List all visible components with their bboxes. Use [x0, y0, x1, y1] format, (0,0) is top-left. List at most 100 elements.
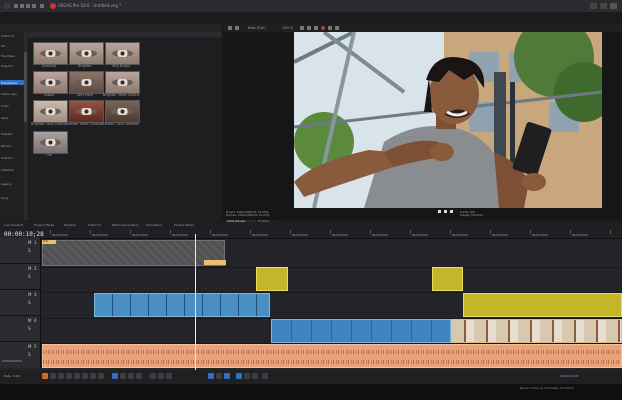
trim-button[interactable] — [158, 373, 164, 379]
mute-button[interactable]: M — [28, 292, 31, 297]
envelope-tool[interactable] — [120, 373, 126, 379]
record-button[interactable] — [42, 373, 48, 379]
tree-scrollbar-thumb[interactable] — [24, 52, 27, 122]
fx-tree-item[interactable]: Installed — [1, 168, 14, 173]
close-button[interactable] — [610, 3, 617, 9]
track-header[interactable]: M 5 S — [0, 342, 40, 368]
fx-tree-item[interactable]: Transitions — [1, 81, 17, 86]
audio-clip[interactable] — [42, 344, 622, 368]
fx-tree-item[interactable]: Plug-Ins — [1, 64, 13, 69]
external-monitor-icon[interactable] — [314, 26, 318, 30]
normal-edit-tool[interactable] — [112, 373, 118, 379]
minimize-button[interactable] — [590, 3, 597, 9]
split-screen-icon[interactable] — [307, 26, 311, 30]
clip-marker[interactable] — [204, 260, 226, 265]
maximize-button[interactable] — [600, 3, 607, 9]
loop-button[interactable] — [50, 373, 56, 379]
snapshot-icon[interactable] — [328, 26, 332, 30]
lock-envelopes-toggle[interactable] — [236, 373, 242, 379]
fx-tree-item[interactable]: Eyes — [1, 116, 8, 121]
fx-tree-item[interactable]: Color — [1, 104, 9, 109]
preset-thumb[interactable] — [69, 100, 104, 123]
tree-scrollbar[interactable] — [24, 32, 27, 220]
text-clip-yellow[interactable] — [256, 267, 288, 291]
stop-icon[interactable] — [450, 210, 453, 213]
overlay-icon[interactable] — [300, 26, 304, 30]
mute-button[interactable]: M — [28, 266, 31, 271]
track-header[interactable]: M 2 S — [0, 264, 40, 290]
mute-button[interactable]: M — [28, 344, 31, 349]
tab-media-generators[interactable]: Media Generators — [112, 223, 139, 228]
zoom-tool[interactable] — [136, 373, 142, 379]
pause-button[interactable] — [74, 373, 80, 379]
ignore-grouping-toggle[interactable] — [244, 373, 250, 379]
play-button[interactable] — [66, 373, 72, 379]
preset-thumb[interactable] — [105, 71, 140, 94]
timeline-area[interactable]: 00:00:00;00 00:00:05;00 00:00:10;00 00:0… — [0, 230, 622, 370]
undo-icon[interactable] — [32, 4, 36, 8]
playhead[interactable] — [195, 234, 196, 370]
play-icon[interactable] — [438, 210, 441, 213]
settings-button[interactable] — [262, 373, 268, 379]
preset-thumb[interactable] — [69, 71, 104, 94]
preset-thumb[interactable] — [69, 42, 104, 65]
tab-live-content[interactable]: Live Content — [4, 223, 23, 228]
fx-tree[interactable]: Video FX All Favorites Plug-Ins Transiti… — [0, 32, 25, 220]
redo-icon[interactable] — [40, 4, 44, 8]
solo-button[interactable]: S — [28, 352, 31, 357]
text-clip-yellow[interactable] — [432, 267, 463, 291]
mute-button[interactable]: M — [28, 318, 31, 323]
tab-project-notes[interactable]: Project Notes — [174, 223, 194, 228]
save-icon[interactable] — [26, 4, 30, 8]
play-from-start-button[interactable] — [58, 373, 64, 379]
marker-button[interactable] — [166, 373, 172, 379]
preview-zoom[interactable]: 100 % — [282, 26, 293, 31]
pause-icon[interactable] — [444, 210, 447, 213]
snapping-toggle[interactable] — [208, 373, 214, 379]
tab-explorer[interactable]: Explorer — [64, 223, 77, 228]
track-header[interactable]: M 3 S — [0, 290, 40, 316]
solo-button[interactable]: S — [28, 300, 31, 305]
fx-tree-item[interactable]: Presets — [1, 132, 12, 137]
selection-tool[interactable] — [128, 373, 134, 379]
video-clip[interactable] — [271, 319, 451, 343]
preset-thumb[interactable] — [33, 71, 68, 94]
fx-tree-item[interactable]: Recent — [1, 144, 11, 149]
fx-tree-item[interactable]: Custom — [1, 156, 13, 161]
time-ruler[interactable]: 00:00:00;00 00:00:05;00 00:00:10;00 00:0… — [40, 230, 622, 239]
video-clip[interactable] — [451, 319, 622, 343]
go-to-end-button[interactable] — [98, 373, 104, 379]
preset-thumb[interactable] — [33, 131, 68, 154]
new-icon[interactable] — [14, 4, 18, 8]
preset-tabs[interactable] — [28, 32, 222, 37]
preset-thumb[interactable] — [33, 100, 68, 123]
fx-tree-item[interactable]: Video FX — [1, 34, 14, 39]
text-clip-yellow[interactable] — [463, 293, 622, 317]
tab-video-fx[interactable]: Video FX — [88, 223, 101, 228]
tab-project-media[interactable]: Project Media — [34, 223, 54, 228]
open-icon[interactable] — [20, 4, 24, 8]
stop-button[interactable] — [82, 373, 88, 379]
timecode-display[interactable]: 00:00:10;28 — [4, 231, 44, 238]
fx-tree-item[interactable]: Favorites — [1, 54, 15, 59]
preset-thumb[interactable] — [33, 42, 68, 65]
fx-tree-item[interactable]: Sony — [1, 196, 8, 201]
fx-tree-item[interactable]: All — [1, 44, 5, 49]
track-header[interactable]: M 4 S — [0, 316, 40, 342]
solo-button[interactable]: S — [28, 326, 31, 331]
settings-icon[interactable] — [228, 26, 232, 30]
preset-thumb[interactable] — [105, 100, 140, 123]
split-button[interactable] — [150, 373, 156, 379]
volume-slider[interactable] — [2, 360, 22, 362]
preview-quality[interactable]: Best (Full) — [248, 26, 266, 31]
mute-button[interactable]: M — [28, 240, 31, 245]
video-clip[interactable] — [94, 293, 270, 317]
solo-button[interactable]: S — [28, 274, 31, 279]
auto-crossfade-toggle[interactable] — [216, 373, 222, 379]
go-to-start-button[interactable] — [90, 373, 96, 379]
track-header[interactable]: M 1 S — [0, 238, 40, 264]
fx-icon[interactable] — [235, 26, 239, 30]
event-fx-button[interactable] — [252, 373, 258, 379]
preset-thumb[interactable] — [105, 42, 140, 65]
solo-button[interactable]: S — [28, 248, 31, 253]
